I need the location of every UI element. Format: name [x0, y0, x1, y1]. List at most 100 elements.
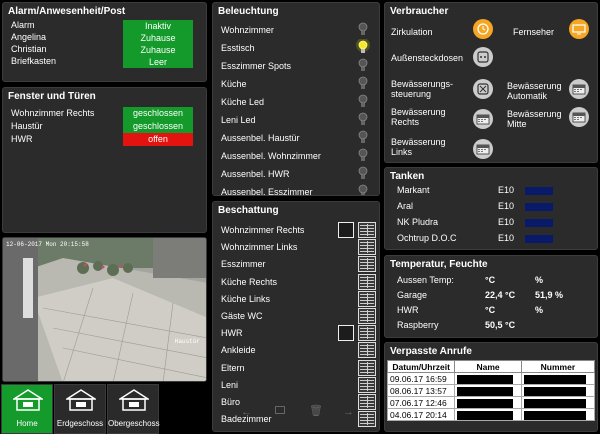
- calendar-icon[interactable]: [473, 139, 493, 159]
- shading-panel: Beschattung Wohnzimmer Rechts Wohnzimmer …: [212, 201, 380, 432]
- climate-temp: 50,5 °C: [485, 320, 516, 330]
- alarm-status-badge[interactable]: Leer: [123, 56, 193, 68]
- shade-label: Gäste WC: [221, 311, 263, 321]
- light-label: Esstisch: [221, 43, 255, 53]
- shutter-icon[interactable]: [358, 325, 376, 342]
- tank-fuel: E10: [498, 185, 515, 195]
- arrow-right-icon[interactable]: →: [343, 406, 354, 418]
- shutter-icon[interactable]: [358, 239, 376, 256]
- lightbulb-icon[interactable]: [356, 93, 370, 109]
- alarm-status-badge[interactable]: Zuhause: [123, 32, 193, 44]
- alarm-row-label: Briefkasten: [11, 56, 57, 66]
- sprinkler-icon[interactable]: [473, 79, 493, 99]
- camera-label: Haustür: [174, 338, 200, 345]
- climate-temp: 22,4 °C: [485, 290, 516, 300]
- shutter-icon[interactable]: [358, 222, 376, 238]
- lighting-panel: Beleuchtung Wohnzimmer Esstisch Esszimme…: [212, 2, 380, 196]
- calendar-icon[interactable]: [569, 107, 589, 127]
- shade-label: Esszimmer: [221, 259, 266, 270]
- tank-row: NK Pludra E10: [385, 217, 597, 231]
- climate-humidity: %: [535, 305, 544, 315]
- consumers-title: Verbraucher: [390, 6, 449, 17]
- shutter-icon[interactable]: [358, 342, 376, 359]
- call-name: [454, 408, 522, 421]
- camera-view[interactable]: 12-06-2017 Mon 20:15:58 Haustür: [2, 237, 207, 382]
- tank-station: Ochtrup D.O.C: [397, 233, 457, 243]
- alarm-status-badge[interactable]: Zuhause: [123, 44, 193, 56]
- camera-image: [3, 238, 206, 381]
- light-label: Aussenbel. Haustür: [221, 133, 300, 143]
- alarm-row-label: Angelina: [11, 32, 47, 42]
- shutter-icon[interactable]: [358, 394, 376, 410]
- call-row[interactable]: 07.06.17 12:46: [386, 396, 596, 409]
- clock-icon[interactable]: [473, 19, 493, 39]
- tank-fuel: E10: [498, 201, 515, 211]
- shutter-icon[interactable]: [358, 376, 376, 393]
- climate-humidity: %: [535, 275, 544, 285]
- tank-price-redacted: [525, 187, 553, 195]
- screen-icon[interactable]: [275, 406, 285, 414]
- climate-panel: Temperatur, Feuchte Aussen Temp: °C% Garag…: [384, 255, 598, 338]
- shutter-icon[interactable]: [358, 290, 376, 307]
- lightbulb-icon[interactable]: [356, 75, 370, 91]
- shutter-icon[interactable]: [358, 308, 376, 324]
- nav-button-obergeschoss[interactable]: Obergeschoss: [107, 384, 160, 434]
- shade-label: Ankleide: [221, 345, 256, 356]
- consumer-label: Zirkulation: [391, 27, 433, 37]
- socket-icon[interactable]: [473, 47, 493, 67]
- consumer-label: Bewässerung Mitte: [507, 109, 562, 129]
- alarm-row-label: Christian: [11, 44, 47, 54]
- call-row[interactable]: 09.06.17 16:59: [386, 372, 596, 385]
- window-status-badge: geschlossen: [123, 120, 193, 133]
- alarm-row-label: Alarm: [11, 20, 35, 30]
- tank-row: Ochtrup D.O.C E10: [385, 233, 597, 247]
- shade-label: Leni: [221, 379, 239, 390]
- redacted-number: [523, 386, 586, 396]
- calls-panel: Verpasste Anrufe Datum/Uhrzeit Name Nummer…: [384, 342, 598, 432]
- lightbulb-icon[interactable]: [356, 111, 370, 127]
- calendar-icon[interactable]: [473, 109, 493, 129]
- alarm-status-badge[interactable]: Inaktiv: [123, 20, 193, 32]
- shade-label: Eltern: [221, 362, 245, 373]
- shutter-icon[interactable]: [358, 273, 376, 290]
- call-number: [520, 372, 596, 385]
- call-row[interactable]: 04.06.17 20:14: [386, 408, 596, 421]
- arrow-left-icon[interactable]: ←: [241, 406, 252, 418]
- windows-panel: Fenster und Türen Wohnzimmer Rechts gesch…: [2, 87, 207, 233]
- shutter-icon[interactable]: [358, 411, 376, 428]
- call-row[interactable]: 08.06.17 13:57: [386, 384, 596, 397]
- nav-label: Obergeschoss: [108, 419, 160, 428]
- calendar-icon[interactable]: [569, 79, 589, 99]
- light-label: Leni Led: [221, 115, 256, 125]
- lightbulb-icon[interactable]: [356, 38, 370, 55]
- lightbulb-icon[interactable]: [356, 147, 370, 163]
- windows-title: Fenster und Türen: [8, 91, 96, 102]
- consumer-label: Bewässerung Links: [391, 137, 446, 157]
- light-label: Küche: [221, 79, 247, 89]
- consumer-label: Bewässerung Automatik: [507, 81, 562, 101]
- tv-icon[interactable]: [569, 19, 589, 39]
- climate-temp: °C: [485, 275, 496, 285]
- lightbulb-icon[interactable]: [356, 165, 370, 181]
- alarm-title: Alarm/Anwesenheit/Post: [8, 6, 126, 17]
- call-date: 07.06.17 12:46: [386, 396, 456, 409]
- nav-button-home[interactable]: Home: [1, 384, 53, 434]
- window-icon[interactable]: [338, 325, 354, 342]
- house-icon: [64, 389, 98, 413]
- window-row-label: HWR: [11, 134, 33, 144]
- lightbulb-icon[interactable]: [356, 21, 370, 37]
- window-icon[interactable]: [338, 222, 354, 238]
- shading-title: Beschattung: [218, 205, 279, 216]
- shutter-icon[interactable]: [358, 256, 376, 273]
- calls-column-header: Datum/Uhrzeit: [386, 360, 456, 373]
- trash-icon[interactable]: 🗑: [309, 404, 323, 417]
- consumer-label: Außensteckdosen: [391, 53, 464, 63]
- window-status-badge: geschlossen: [123, 107, 193, 120]
- shutter-icon[interactable]: [358, 359, 376, 376]
- calls-column-header: Nummer: [520, 360, 596, 373]
- lightbulb-icon[interactable]: [356, 57, 370, 73]
- nav-button-erdgeschoss[interactable]: Erdgeschoss: [54, 384, 106, 434]
- shade-label: Küche Rechts: [221, 276, 278, 287]
- lightbulb-icon[interactable]: [356, 183, 370, 195]
- lightbulb-icon[interactable]: [356, 129, 370, 145]
